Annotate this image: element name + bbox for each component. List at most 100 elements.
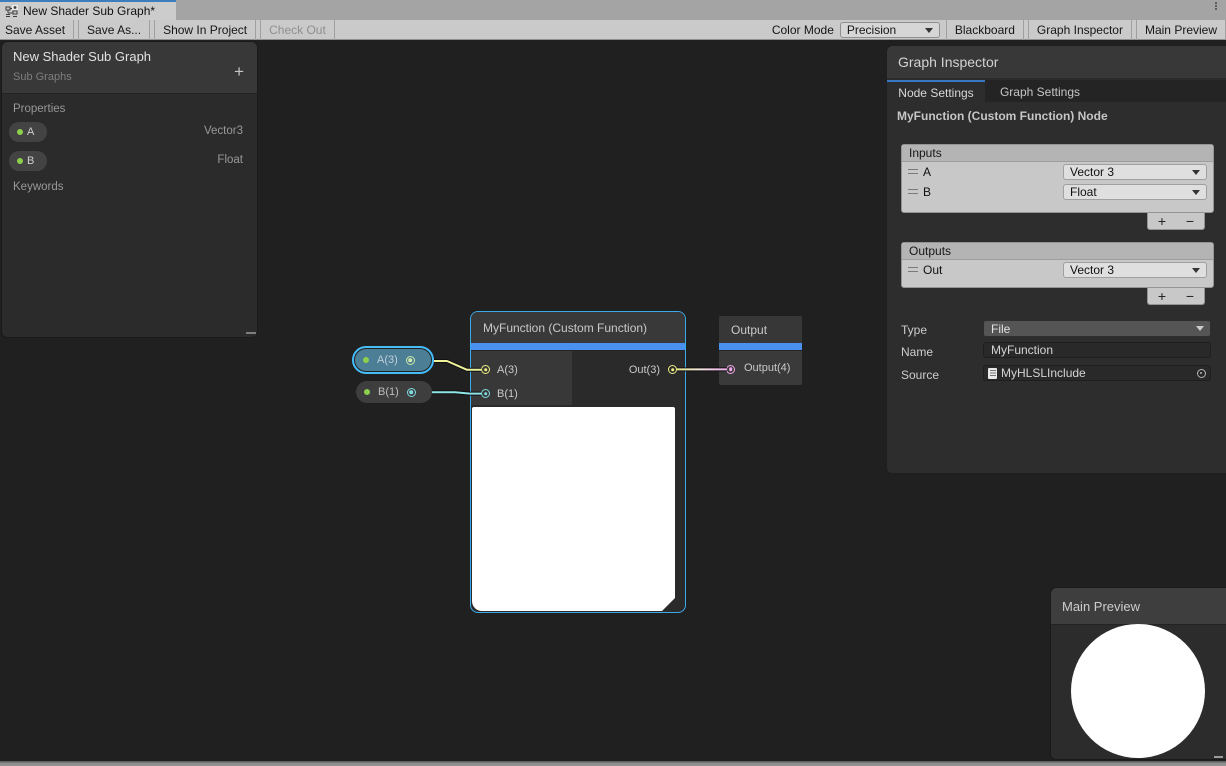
property-node-b-label: B(1) (378, 386, 399, 398)
custom-function-node[interactable]: MyFunction (Custom Function) A(3) B(1) O… (470, 311, 686, 613)
property-node-a-port[interactable] (406, 356, 415, 365)
show-in-project-button[interactable]: Show In Project (154, 20, 256, 40)
color-mode-dropdown[interactable]: Precision (840, 22, 940, 38)
input-b-type-dropdown[interactable]: Float (1063, 184, 1207, 200)
outputs-list-header: Outputs (902, 243, 1213, 260)
window-bottom-strip (0, 761, 1226, 766)
source-value: MyHLSLInclude (1001, 366, 1086, 380)
main-preview-header[interactable]: Main Preview (1051, 588, 1226, 625)
input-a-type-dropdown[interactable]: Vector 3 (1063, 164, 1207, 180)
inputs-list: Inputs A Vector 3 B Float (901, 144, 1214, 213)
output-out-name: Out (923, 263, 942, 277)
dropdown-caret-icon (1196, 326, 1204, 331)
input-b-type-value: Float (1070, 185, 1097, 199)
output-node[interactable]: Output Output(4) (719, 316, 802, 385)
outputs-list-footer: + − (1147, 288, 1205, 305)
dropdown-caret-icon (925, 28, 933, 33)
property-dot-icon (17, 129, 23, 135)
preview-collapse-handle[interactable] (662, 598, 675, 611)
shader-graph-icon (5, 5, 18, 18)
blackboard-property-a[interactable]: A (9, 122, 47, 142)
main-preview-resize-handle[interactable] (1214, 756, 1223, 758)
outputs-remove-button[interactable]: − (1186, 289, 1194, 303)
blackboard-subtitle: Sub Graphs (13, 71, 72, 83)
drag-handle-icon[interactable] (908, 267, 918, 272)
blackboard-property-b-label: B (27, 155, 34, 167)
name-field[interactable]: MyFunction (983, 342, 1211, 358)
output-node-title[interactable]: Output (719, 316, 802, 343)
blackboard-add-button[interactable]: + (234, 63, 244, 80)
drag-handle-icon[interactable] (908, 189, 918, 194)
output-node-port-label: Output(4) (744, 362, 790, 374)
blackboard-section-properties: Properties (13, 103, 65, 115)
property-node-a-label: A(3) (377, 354, 398, 366)
blackboard-resize-handle[interactable] (246, 332, 256, 334)
graph-inspector-panel: Graph Inspector Node Settings Graph Sett… (886, 45, 1226, 474)
object-picker-icon[interactable] (1197, 369, 1206, 378)
dropdown-caret-icon (1192, 190, 1200, 195)
outputs-row-out[interactable]: Out Vector 3 (902, 260, 1213, 280)
blackboard-property-b-type: Float (217, 154, 243, 166)
blackboard-toggle-button[interactable]: Blackboard (946, 20, 1024, 40)
custom-function-node-title[interactable]: MyFunction (Custom Function) (471, 312, 685, 343)
input-a-type-value: Vector 3 (1070, 165, 1114, 179)
blackboard-header[interactable]: New Shader Sub Graph Sub Graphs + (2, 42, 257, 94)
tab-graph-settings[interactable]: Graph Settings (985, 80, 1095, 103)
output-out-type-dropdown[interactable]: Vector 3 (1063, 262, 1207, 278)
property-dot-icon (364, 389, 370, 395)
property-node-b-port[interactable] (407, 388, 416, 397)
inspector-node-title: MyFunction (Custom Function) Node (897, 109, 1108, 123)
property-dot-icon (363, 357, 369, 363)
tab-title: New Shader Sub Graph* (23, 4, 155, 18)
property-node-b[interactable]: B(1) (356, 381, 432, 403)
precision-color-bar (471, 343, 685, 351)
document-tab-bar: New Shader Sub Graph* (0, 0, 1226, 20)
output-out-type-value: Vector 3 (1070, 263, 1114, 277)
inputs-remove-button[interactable]: − (1186, 214, 1194, 228)
output-node-port[interactable] (726, 365, 735, 374)
output-port-out[interactable] (668, 365, 677, 374)
name-value: MyFunction (991, 343, 1053, 357)
type-dropdown[interactable]: File (983, 320, 1211, 337)
source-object-field[interactable]: MyHLSLInclude (983, 365, 1211, 381)
type-label: Type (901, 323, 927, 337)
outputs-list: Outputs Out Vector 3 (901, 242, 1214, 288)
tab-overflow-menu-icon[interactable] (1215, 2, 1217, 10)
tab-new-shader-sub-graph[interactable]: New Shader Sub Graph* (0, 0, 176, 20)
check-out-button: Check Out (260, 20, 335, 40)
asset-file-icon (988, 368, 997, 379)
blackboard-property-b[interactable]: B (9, 151, 47, 171)
tab-node-settings[interactable]: Node Settings (887, 80, 985, 103)
inputs-row-b[interactable]: B Float (902, 182, 1213, 202)
input-a-name: A (923, 165, 931, 179)
save-as-button[interactable]: Save As... (78, 20, 150, 40)
main-preview-panel: Main Preview (1050, 587, 1226, 760)
precision-color-bar (719, 343, 802, 351)
property-node-a[interactable]: A(3) (352, 346, 434, 374)
property-dot-icon (17, 158, 23, 164)
save-asset-button[interactable]: Save Asset (0, 20, 74, 40)
blackboard-property-a-label: A (27, 126, 34, 138)
input-port-b-label: B(1) (497, 388, 518, 400)
color-mode-label: Color Mode (772, 23, 834, 37)
toolbar: Save Asset Save As... Show In Project Ch… (0, 20, 1226, 40)
blackboard-title: New Shader Sub Graph (13, 49, 151, 64)
graph-inspector-toggle-button[interactable]: Graph Inspector (1028, 20, 1132, 40)
inputs-row-a[interactable]: A Vector 3 (902, 162, 1213, 182)
node-preview[interactable] (472, 407, 675, 611)
inputs-list-header: Inputs (902, 145, 1213, 162)
outputs-add-button[interactable]: + (1158, 289, 1166, 303)
blackboard-panel: New Shader Sub Graph Sub Graphs + Proper… (1, 41, 258, 338)
output-port-out-label: Out(3) (629, 364, 660, 376)
dropdown-caret-icon (1192, 170, 1200, 175)
input-port-a-label: A(3) (497, 364, 518, 376)
blackboard-section-keywords: Keywords (13, 181, 64, 193)
graph-inspector-tab-strip: Node Settings Graph Settings (887, 80, 1226, 102)
input-b-name: B (923, 185, 931, 199)
inputs-add-button[interactable]: + (1158, 214, 1166, 228)
drag-handle-icon[interactable] (908, 169, 918, 174)
name-label: Name (901, 345, 933, 359)
inputs-list-footer: + − (1147, 213, 1205, 230)
dropdown-caret-icon (1192, 268, 1200, 273)
main-preview-toggle-button[interactable]: Main Preview (1136, 20, 1226, 40)
